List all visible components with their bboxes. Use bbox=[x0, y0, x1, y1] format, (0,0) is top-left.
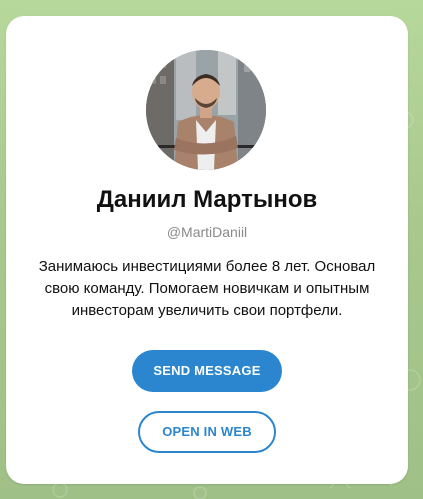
avatar-photo bbox=[146, 50, 266, 170]
send-message-button[interactable]: SEND MESSAGE bbox=[132, 350, 282, 392]
open-in-web-button[interactable]: OPEN IN WEB bbox=[138, 411, 276, 453]
profile-name: Даниил Мартынов bbox=[96, 186, 318, 213]
profile-avatar bbox=[146, 50, 266, 170]
profile-username: @MartiDaniil bbox=[166, 224, 248, 240]
profile-card: Даниил Мартынов @MartiDaniil Занимаюсь и… bbox=[6, 16, 408, 484]
profile-bio: Занимаюсь инвестициями более 8 лет. Осно… bbox=[38, 258, 376, 319]
